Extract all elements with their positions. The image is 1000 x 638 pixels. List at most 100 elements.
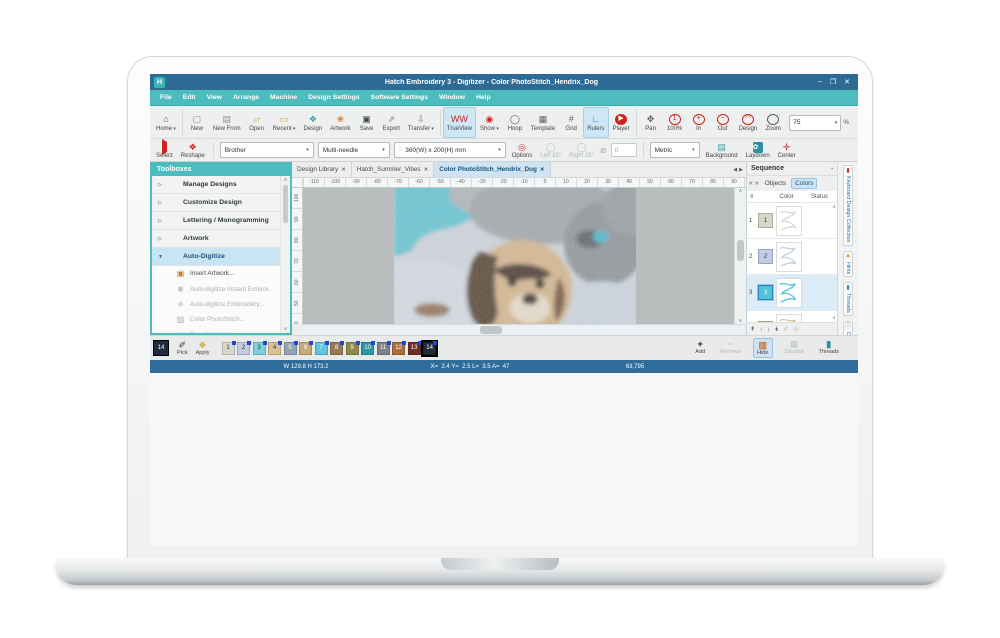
color-chip[interactable]: 4 bbox=[758, 321, 773, 322]
tab-scroll-left-icon[interactable]: ◀ bbox=[733, 167, 737, 173]
sequence-row[interactable]: 2 2 bbox=[747, 239, 837, 275]
menu-item[interactable]: View bbox=[207, 94, 222, 101]
color-chip[interactable]: 2 bbox=[758, 249, 773, 264]
menu-item[interactable]: Edit bbox=[183, 94, 196, 101]
toolbar-button[interactable]: ❖ Design bbox=[300, 107, 327, 138]
toolbar-button[interactable]: ▤ New From bbox=[209, 107, 245, 138]
docked-panel-tab[interactable]: ▮ Keyboard Design Collection bbox=[843, 165, 853, 246]
menu-item[interactable]: Arrange bbox=[233, 94, 259, 101]
scroll-down-icon[interactable]: ∨ bbox=[284, 326, 288, 332]
document-tab[interactable]: Color PhotoStitch_Hendrix_Dog✕ bbox=[434, 162, 550, 177]
pick-color-button[interactable]: ✐ Pick bbox=[177, 340, 188, 356]
machine-type-select[interactable]: Multi-needle▾ bbox=[318, 142, 390, 158]
toolbar-button[interactable]: ✥ Pan bbox=[639, 107, 663, 138]
sequence-tab[interactable]: Colors bbox=[791, 178, 817, 189]
sidebar-scrollbar[interactable]: ∧ ∨ bbox=[280, 176, 290, 333]
palette-color-chip[interactable]: 3 bbox=[253, 342, 266, 355]
toolbox-item[interactable]: ▷ Customize Design bbox=[152, 194, 281, 212]
sequence-order-icon[interactable]: ⊘ bbox=[793, 325, 798, 333]
hoop-size-select[interactable]: ◌ 360(W) x 200(H) mm▾ bbox=[394, 142, 506, 158]
toolbox-item[interactable]: ▣ Insert Artwork... bbox=[152, 266, 281, 281]
stitch-thumbnail[interactable] bbox=[776, 242, 802, 272]
toolbar-button[interactable]: Zoom bbox=[761, 107, 785, 138]
docked-panel-tab[interactable]: ▮ Threads bbox=[843, 282, 853, 316]
scrollbar-thumb[interactable] bbox=[737, 240, 744, 262]
background-button[interactable]: ▤ Background bbox=[704, 142, 740, 159]
scroll-down-icon[interactable]: ∨ bbox=[832, 315, 836, 321]
document-tab[interactable]: Hatch_Summer_Vibes✕ bbox=[352, 162, 434, 177]
palette-color-chip[interactable]: 9 bbox=[346, 342, 359, 355]
close-tab-icon[interactable]: ✕ bbox=[341, 167, 346, 173]
reshape-tool-button[interactable]: ❖ Reshape bbox=[179, 142, 207, 159]
canvas-horizontal-scrollbar[interactable] bbox=[302, 324, 746, 335]
rotate-angle-field[interactable]: 0 bbox=[611, 143, 637, 157]
palette-action-button[interactable]: ▥ Hide bbox=[753, 338, 773, 358]
close-tab-icon[interactable]: ✕ bbox=[540, 167, 545, 173]
hoop-options-button[interactable]: ◎ Options bbox=[510, 142, 535, 159]
color-chip[interactable]: 1 bbox=[758, 213, 773, 228]
palette-action-button[interactable]: ⊠ Discard bbox=[782, 338, 807, 358]
toolbar-button[interactable]: ◯ Hoop bbox=[503, 107, 527, 138]
document-tab[interactable]: Design Library✕ bbox=[292, 162, 352, 177]
palette-color-chip[interactable]: 14 bbox=[423, 342, 436, 355]
toolbar-button[interactable]: ▶ Player bbox=[609, 107, 634, 138]
rotate-right-15-button[interactable]: ◯ Right 15° bbox=[567, 142, 596, 159]
palette-color-chip[interactable]: 12 bbox=[392, 342, 405, 355]
docked-panel-tab[interactable]: ⓘ Design Information bbox=[843, 321, 853, 335]
sequence-order-icon[interactable]: ↟ bbox=[750, 325, 755, 333]
toolbar-button[interactable]: + In bbox=[687, 107, 711, 138]
sequence-prev-icon[interactable]: « bbox=[749, 180, 753, 187]
toolbar-button[interactable]: ▭ Recent ▾ bbox=[269, 107, 300, 138]
palette-color-chip[interactable]: 11 bbox=[377, 342, 390, 355]
machine-brand-select[interactable]: Brother▾ bbox=[220, 142, 314, 158]
minimize-button[interactable]: – bbox=[818, 78, 822, 86]
toolbar-button[interactable]: ▣ Save bbox=[355, 107, 379, 138]
toolbox-item[interactable]: ▼ Auto-Digitize bbox=[152, 248, 281, 266]
toolbar-button[interactable]: ⌂ Home ▾ bbox=[152, 107, 180, 138]
sequence-order-icon[interactable]: ↓ bbox=[767, 326, 770, 333]
palette-action-button[interactable]: ▮ Threads bbox=[815, 338, 842, 358]
docked-panel-tab[interactable]: ✱ Hints bbox=[843, 251, 853, 277]
select-tool-button[interactable]: Select bbox=[154, 142, 175, 159]
toolbox-item[interactable]: ▩ Reef PhotoStitch bbox=[152, 328, 281, 333]
sequence-order-icon[interactable]: ↡ bbox=[774, 325, 779, 333]
units-select[interactable]: Metric▾ bbox=[650, 142, 700, 158]
toolbar-button[interactable]: ◉ Show ▾ bbox=[476, 107, 503, 138]
toolbox-item[interactable]: ▷ Manage Designs bbox=[152, 176, 281, 194]
palette-color-chip[interactable]: 8 bbox=[330, 342, 343, 355]
palette-color-chip[interactable]: 10 bbox=[361, 342, 374, 355]
toolbar-button[interactable]: ▱ Open bbox=[245, 107, 269, 138]
rotate-left-15-button[interactable]: ◯ Left 15° bbox=[538, 142, 563, 159]
toolbar-button[interactable]: # Grid bbox=[559, 107, 583, 138]
scrollbar-thumb[interactable] bbox=[480, 326, 502, 334]
palette-color-chip[interactable]: 6 bbox=[299, 342, 312, 355]
palette-action-button[interactable]: + Add bbox=[692, 338, 708, 358]
palette-color-chip[interactable]: 2 bbox=[237, 342, 250, 355]
toolbar-button[interactable]: ❀ Artwork bbox=[326, 107, 354, 138]
scroll-up-icon[interactable]: ∧ bbox=[284, 177, 288, 183]
menu-item[interactable]: File bbox=[160, 94, 172, 101]
toolbar-button[interactable]: ▦ Template bbox=[527, 107, 559, 138]
menu-item[interactable]: Design Settings bbox=[308, 94, 359, 101]
tab-scroll-right-icon[interactable]: ▶ bbox=[739, 167, 743, 173]
toolbar-button[interactable]: − Out bbox=[711, 107, 735, 138]
sequence-row[interactable]: 3 3 bbox=[747, 275, 837, 311]
menu-item[interactable]: Help bbox=[476, 94, 491, 101]
scroll-up-icon[interactable]: ∧ bbox=[832, 204, 836, 210]
scrollbar-thumb[interactable] bbox=[283, 185, 288, 223]
center-design-button[interactable]: ✛ Center bbox=[776, 142, 798, 159]
menu-item[interactable]: Software Settings bbox=[371, 94, 428, 101]
sequence-tab[interactable]: Objects bbox=[761, 178, 790, 189]
palette-color-chip[interactable]: 1 bbox=[222, 342, 235, 355]
palette-color-chip[interactable]: 13 bbox=[408, 342, 421, 355]
zoom-level-select[interactable]: 75▾ bbox=[789, 115, 841, 131]
sequence-next-icon[interactable]: » bbox=[755, 180, 759, 187]
toolbar-button[interactable]: ∟ Rulers bbox=[583, 107, 608, 138]
palette-action-button[interactable]: − Remove bbox=[717, 338, 744, 358]
toolbar-button[interactable]: ⇩ Transfer ▾ bbox=[404, 107, 438, 138]
sequence-order-icon[interactable]: ✐ bbox=[783, 325, 788, 333]
palette-color-chip[interactable]: 4 bbox=[268, 342, 281, 355]
toolbar-button[interactable]: ▢ New bbox=[185, 107, 209, 138]
toolbar-button[interactable]: ⇗ Export bbox=[379, 107, 404, 138]
toolbox-item[interactable]: ▷ Lettering / Monogramming bbox=[152, 212, 281, 230]
